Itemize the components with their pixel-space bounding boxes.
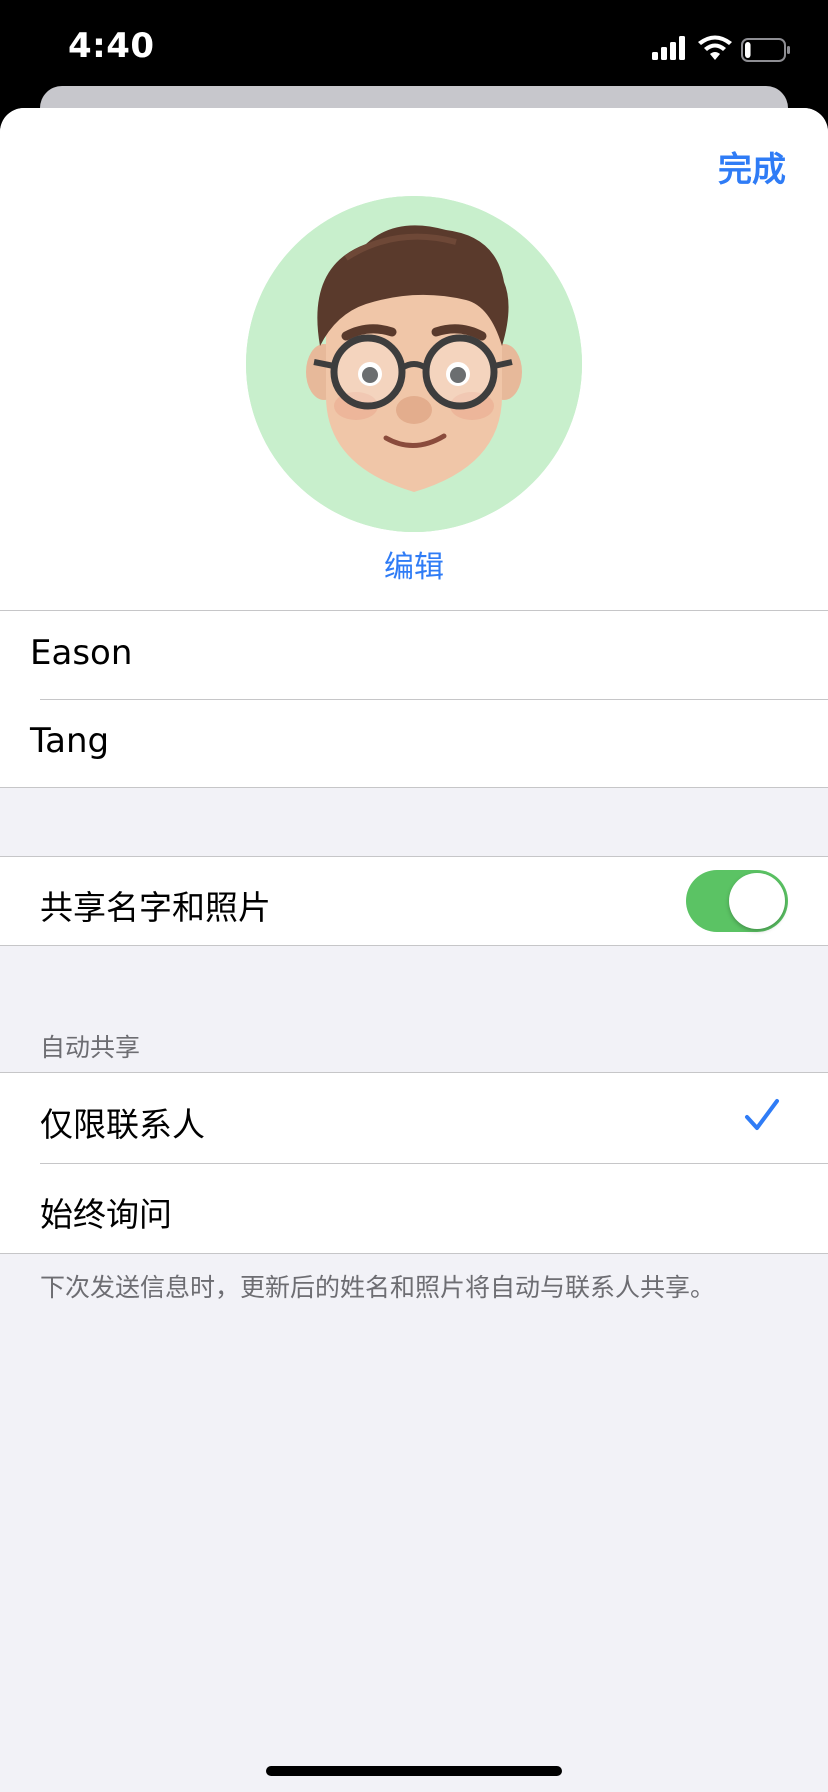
wifi-icon [698,35,732,60]
option-label: 始终询问 [40,1195,172,1234]
status-time: 4:40 [68,26,155,66]
memoji-avatar[interactable] [246,196,582,532]
checkmark-icon [745,1099,779,1130]
option-label: 仅限联系人 [40,1105,205,1144]
name-fields: Eason Tang [0,611,828,787]
done-button[interactable]: 完成 [718,142,786,191]
memoji-face-icon [246,196,582,532]
divider [0,1253,828,1254]
first-name-value[interactable]: Eason [30,633,132,673]
last-name-value[interactable]: Tang [30,721,109,761]
divider [0,787,828,788]
status-bar: 4:40 [0,0,828,100]
first-name-field[interactable]: Eason [0,611,828,699]
home-indicator[interactable] [266,1766,562,1776]
divider [0,945,828,946]
last-name-field[interactable]: Tang [0,699,828,787]
cellular-signal-icon [652,36,685,60]
edit-photo-link[interactable]: 编辑 [0,542,828,586]
share-name-photo-row: 共享名字和照片 [0,857,828,945]
auto-share-footer-note: 下次发送信息时，更新后的姓名和照片将自动与联系人共享。 [40,1273,716,1302]
toggle-knob [729,873,785,929]
option-always-ask[interactable]: 始终询问 [0,1163,828,1253]
share-name-photo-label: 共享名字和照片 [40,888,271,927]
profile-header: 完成 编辑 [0,108,828,611]
auto-share-section-header: 自动共享 [40,1033,141,1062]
name-photo-sheet: 完成 编辑 Eason Tang 共享名字和照片 自动共享 仅限联系人 始终询问… [0,108,828,1792]
option-contacts-only[interactable]: 仅限联系人 [0,1073,828,1163]
battery-icon [741,38,790,62]
share-name-photo-toggle[interactable] [686,870,788,932]
auto-share-options: 仅限联系人 始终询问 [0,1073,828,1253]
